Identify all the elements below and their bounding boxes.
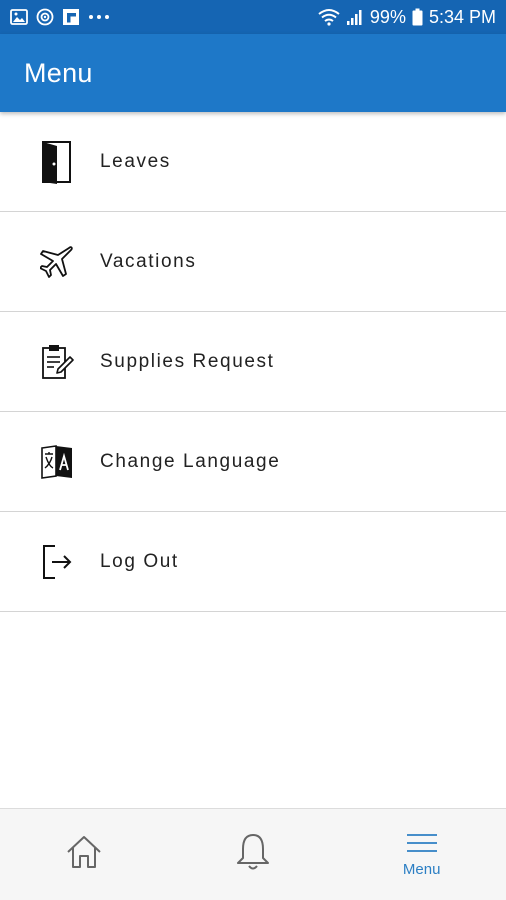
screen: 99% 5:34 PM Menu Leaves Vacations Suppli… (0, 0, 506, 900)
nav-item-menu[interactable]: Menu (337, 809, 506, 900)
menu-item-label: Log Out (100, 550, 179, 572)
status-bar-left (10, 8, 110, 26)
menu-item-label: Leaves (100, 150, 171, 172)
menu-item-label: Supplies Request (100, 350, 275, 372)
home-icon (65, 834, 103, 875)
menu-item-change-language[interactable]: Change Language (0, 412, 506, 512)
gallery-icon (10, 9, 28, 25)
logout-icon (0, 512, 100, 612)
menu-item-log-out[interactable]: Log Out (0, 512, 506, 612)
menu-item-label: Vacations (100, 250, 197, 272)
hamburger-menu-icon (406, 832, 438, 859)
status-bar-right: 99% 5:34 PM (318, 8, 496, 26)
airplane-icon (0, 212, 100, 312)
bell-icon (234, 832, 272, 877)
nav-item-notifications[interactable] (169, 809, 338, 900)
battery-percent: 99% (369, 7, 406, 27)
menu-item-vacations[interactable]: Vacations (0, 212, 506, 312)
signal-icon (346, 8, 364, 26)
battery-icon (412, 8, 423, 26)
menu-item-supplies-request[interactable]: Supplies Request (0, 312, 506, 412)
clock: 5:34 PM (428, 7, 496, 27)
translate-icon (0, 412, 100, 512)
clipboard-edit-icon (0, 312, 100, 412)
menu-item-label: Change Language (100, 450, 281, 472)
status-bar: 99% 5:34 PM (0, 0, 506, 34)
target-icon (36, 8, 54, 26)
menu-list: Leaves Vacations Supplies Request Change… (0, 112, 506, 612)
page-title: Menu (24, 57, 93, 88)
more-notifications-icon (88, 14, 110, 20)
menu-item-leaves[interactable]: Leaves (0, 112, 506, 212)
app-bar: Menu (0, 34, 506, 112)
door-icon (0, 112, 100, 212)
bottom-nav: Menu (0, 808, 506, 900)
flipboard-icon (62, 8, 80, 26)
wifi-icon (318, 8, 340, 26)
nav-item-label: Menu (402, 860, 441, 878)
nav-item-home[interactable] (0, 809, 169, 900)
